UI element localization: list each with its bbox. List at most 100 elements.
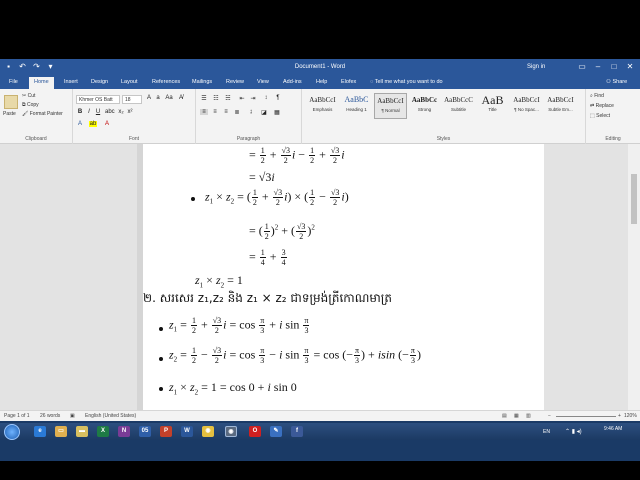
increase-indent-icon[interactable]: ⇥	[249, 95, 257, 102]
equation-line: = 14 + 34	[249, 248, 287, 267]
select-button[interactable]: ⬚ Select	[590, 113, 610, 119]
tab-file[interactable]: File	[9, 79, 18, 85]
tab-review[interactable]: Review	[226, 79, 244, 85]
text-effects-icon[interactable]: A	[76, 121, 84, 127]
powerpoint-icon[interactable]: P	[160, 426, 172, 437]
shrink-font-icon[interactable]: a	[154, 95, 162, 101]
multilevel-list-icon[interactable]: ☵	[224, 95, 232, 102]
document-page[interactable]: = 12 + √3 2 i − 12 + √3 2 i = √3i z1 × z2 = …	[143, 144, 544, 410]
tray-icons[interactable]: ⌃ ▮ ◂)	[565, 428, 582, 435]
shading-icon[interactable]: ◪	[260, 109, 268, 116]
tool-icon[interactable]: ✎	[270, 426, 282, 437]
tell-me-search[interactable]: ◌ Tell me what you want to do	[370, 79, 443, 85]
read-mode-icon[interactable]: ▤	[502, 413, 507, 419]
change-case-icon[interactable]: Aa	[165, 95, 173, 101]
style-item[interactable]: AaBbCcI ¶ No Spac...	[510, 93, 543, 119]
word-active-icon[interactable]: ◉	[225, 426, 237, 437]
tab-addins[interactable]: Add-ins	[283, 79, 302, 85]
style-item[interactable]: AaBbCcI Subtle Em...	[544, 93, 577, 119]
facebook-icon[interactable]: f	[291, 426, 303, 437]
screen: ▪ ↶ ↷ ▾ Document1 - Word Sign in ▭ – □ ✕…	[0, 0, 640, 480]
paste-icon[interactable]	[4, 95, 18, 109]
style-item[interactable]: AaBbC Heading 1	[340, 93, 373, 119]
underline-icon[interactable]: U	[94, 109, 102, 115]
tab-design[interactable]: Design	[91, 79, 108, 85]
onenote-icon[interactable]: N	[118, 426, 130, 437]
style-item[interactable]: AaBbCcC Subtitle	[442, 93, 475, 119]
language-status[interactable]: English (United States)	[85, 413, 136, 419]
chrome-icon[interactable]: ◉	[202, 426, 214, 437]
show-formatting-icon[interactable]: ¶	[274, 95, 282, 101]
align-right-icon[interactable]: ≡	[222, 109, 230, 115]
numbering-icon[interactable]: ☷	[212, 95, 220, 102]
bullet	[191, 197, 195, 201]
folder-icon[interactable]: ▬	[76, 426, 88, 437]
opera-icon[interactable]: O	[249, 426, 261, 437]
replace-button[interactable]: ⇄ Replace	[590, 103, 614, 109]
zoom-in-icon[interactable]: +	[618, 413, 621, 419]
bold-icon[interactable]: B	[76, 109, 84, 115]
vertical-scrollbar[interactable]	[628, 144, 640, 410]
paste-label[interactable]: Paste	[3, 111, 16, 117]
page-count[interactable]: Page 1 of 1	[4, 413, 30, 419]
copy-button[interactable]: ⧉ Copy	[22, 102, 39, 108]
web-layout-icon[interactable]: ▥	[526, 413, 531, 419]
font-size-select[interactable]: 18	[122, 95, 142, 104]
zoom-out-icon[interactable]: −	[548, 413, 551, 419]
align-center-icon[interactable]: ≡	[211, 109, 219, 115]
minimize-icon[interactable]: –	[590, 60, 606, 74]
explorer-icon[interactable]: ▭	[55, 426, 67, 437]
tab-view[interactable]: View	[257, 79, 269, 85]
format-painter-button[interactable]: 🖌 Format Painter	[22, 111, 63, 117]
ribbon-display-icon[interactable]: ▭	[574, 60, 590, 74]
scrollbar-thumb[interactable]	[631, 174, 637, 224]
decrease-indent-icon[interactable]: ⇤	[238, 95, 246, 102]
superscript-icon[interactable]: x²	[126, 109, 134, 115]
line-spacing-icon[interactable]: ↨	[247, 109, 255, 115]
bullets-icon[interactable]: ☰	[200, 95, 208, 102]
app-icon[interactable]: 05	[139, 426, 151, 437]
italic-icon[interactable]: I	[85, 109, 93, 115]
grow-font-icon[interactable]: A	[145, 95, 153, 101]
maximize-icon[interactable]: □	[606, 60, 622, 74]
style-item[interactable]: AaBbCcI ¶ Normal	[374, 93, 407, 119]
subscript-icon[interactable]: x₂	[117, 109, 125, 115]
zoom-level[interactable]: 120%	[624, 413, 637, 419]
tab-layout[interactable]: Layout	[121, 79, 138, 85]
ie-icon[interactable]: e	[34, 426, 46, 437]
share-label: Share	[612, 79, 628, 85]
highlight-icon[interactable]: ab	[89, 121, 97, 127]
borders-icon[interactable]: ▦	[273, 109, 281, 116]
proofing-icon[interactable]: ▣	[70, 413, 75, 419]
align-left-icon[interactable]: ≡	[200, 109, 208, 115]
find-button[interactable]: ⌕ Find	[590, 93, 604, 99]
print-layout-icon[interactable]: ▦	[514, 413, 519, 419]
cut-button[interactable]: ✂ Cut	[22, 93, 35, 99]
excel-icon[interactable]: X	[97, 426, 109, 437]
word-count[interactable]: 26 words	[40, 413, 60, 419]
share-button[interactable]: ⚇ Share	[606, 79, 627, 85]
style-item[interactable]: AaB Title	[476, 93, 509, 119]
tab-elofex[interactable]: Elofex	[341, 79, 356, 85]
sort-icon[interactable]: ↕	[262, 95, 270, 101]
clock[interactable]: 9:46 AM	[604, 426, 622, 432]
font-color-icon[interactable]: A	[103, 121, 111, 127]
document-area: = 12 + √3 2 i − 12 + √3 2 i = √3i z1 × z2 = …	[0, 144, 640, 410]
tab-insert[interactable]: Insert	[64, 79, 78, 85]
style-item[interactable]: AaBbCcI Emphasis	[306, 93, 339, 119]
word-icon[interactable]: W	[181, 426, 193, 437]
tab-help[interactable]: Help	[316, 79, 327, 85]
input-language[interactable]: EN	[543, 429, 550, 435]
style-item[interactable]: AaBbCc Strong	[408, 93, 441, 119]
tab-home[interactable]: Home	[29, 77, 54, 89]
font-name-select[interactable]: Khmer OS Batt	[76, 95, 120, 104]
tab-mailings[interactable]: Mailings	[192, 79, 212, 85]
tab-references[interactable]: References	[152, 79, 180, 85]
close-icon[interactable]: ✕	[622, 60, 638, 74]
justify-icon[interactable]: ≣	[233, 109, 241, 116]
sign-in-link[interactable]: Sign in	[527, 64, 545, 70]
zoom-slider[interactable]	[556, 416, 616, 417]
clear-formatting-icon[interactable]: A̸	[177, 95, 185, 101]
strikethrough-icon[interactable]: abc	[105, 109, 115, 115]
start-button-icon[interactable]	[4, 424, 20, 440]
